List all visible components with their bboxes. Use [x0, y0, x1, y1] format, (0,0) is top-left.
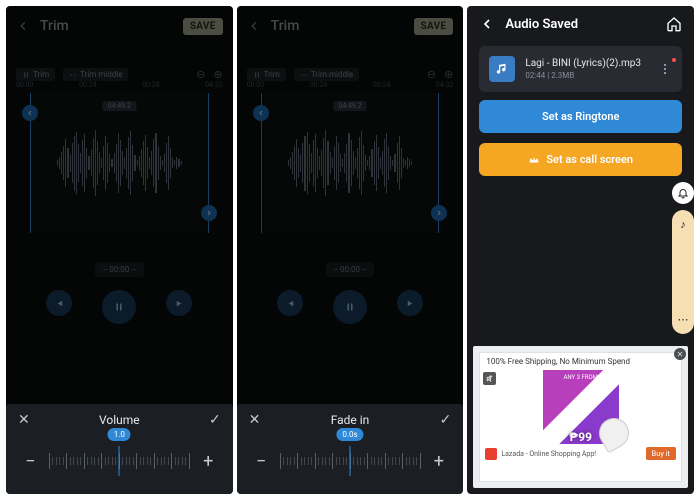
page-title: Audio Saved: [505, 17, 578, 32]
ad-price: ₱99: [569, 430, 592, 444]
crown-icon: [528, 154, 540, 166]
slider-scale[interactable]: 0.0s: [280, 448, 421, 474]
file-name: Lagi - BINI (Lyrics)(2).mp3: [525, 58, 641, 69]
audio-file-card[interactable]: Lagi - BINI (Lyrics)(2).mp3 02:44 | 2.3M…: [479, 46, 682, 92]
increase-button[interactable]: +: [433, 451, 446, 472]
ad-headline: 100% Free Shipping, No Minimum Spend: [480, 353, 681, 370]
sheet-title: Fade in: [260, 413, 439, 427]
decrease-button[interactable]: −: [24, 451, 37, 472]
music-icon: [489, 56, 515, 82]
file-meta: 02:44 | 2.3MB: [525, 71, 641, 80]
bell-button[interactable]: [672, 182, 694, 204]
trim-editor-volume: Trim SAVE Trim Trim middle ⊖ ⊕ 00:0000:2…: [6, 6, 233, 494]
back-button[interactable]: [479, 16, 495, 32]
ad-cta-button[interactable]: Buy it: [646, 447, 677, 460]
floating-slider[interactable]: ♪ ⋯: [672, 210, 694, 334]
fadein-sheet: ✕ Fade in ✓ − 0.0s +: [237, 404, 464, 494]
decrease-button[interactable]: −: [255, 451, 268, 472]
home-button[interactable]: [666, 16, 682, 32]
ad-store-name: Lazada - Online Shopping App!: [501, 450, 596, 458]
music-note-icon: ♪: [680, 218, 686, 231]
set-callscreen-button[interactable]: Set as call screen: [479, 143, 682, 176]
sheet-confirm-icon[interactable]: ✓: [209, 412, 221, 428]
fadein-slider[interactable]: − 0.0s +: [237, 436, 464, 494]
set-ringtone-button[interactable]: Set as Ringtone: [479, 100, 682, 133]
sheet-close-icon[interactable]: ✕: [249, 412, 261, 428]
sheet-close-icon[interactable]: ✕: [18, 412, 30, 428]
increase-button[interactable]: +: [202, 451, 215, 472]
ad-logo-icon: [485, 448, 497, 460]
more-menu-button[interactable]: [658, 62, 672, 76]
trim-editor-fadein: Trim SAVE Trim Trim middle ⊖⊕ 00:0000:24…: [237, 6, 464, 494]
ad-image: ANY 3 FROM ₱99: [543, 370, 619, 444]
volume-sheet: ✕ Volume ✓ − 1.0 +: [6, 404, 233, 494]
file-info: Lagi - BINI (Lyrics)(2).mp3 02:44 | 2.3M…: [525, 58, 641, 80]
slider-scale[interactable]: 1.0: [49, 448, 190, 474]
slider-value: 1.0: [108, 428, 131, 441]
advertisement[interactable]: ✕ 100% Free Shipping, No Minimum Spend A…: [473, 346, 688, 488]
ad-mute-icon[interactable]: [483, 372, 496, 385]
sheet-confirm-icon[interactable]: ✓: [440, 412, 452, 428]
ad-close-icon[interactable]: ✕: [674, 348, 686, 360]
header: Audio Saved: [467, 6, 694, 42]
slider-pointer[interactable]: [119, 446, 120, 476]
floating-toolbar: ♪ ⋯: [671, 182, 694, 334]
more-dots-icon[interactable]: ⋯: [678, 313, 689, 326]
notification-dot-icon: [672, 58, 676, 62]
audio-saved-screen: Audio Saved Lagi - BINI (Lyrics)(2).mp3 …: [467, 6, 694, 494]
volume-slider[interactable]: − 1.0 +: [6, 436, 233, 494]
sheet-title: Volume: [30, 413, 209, 427]
slider-value: 0.0s: [336, 428, 363, 441]
slider-pointer[interactable]: [350, 446, 351, 476]
